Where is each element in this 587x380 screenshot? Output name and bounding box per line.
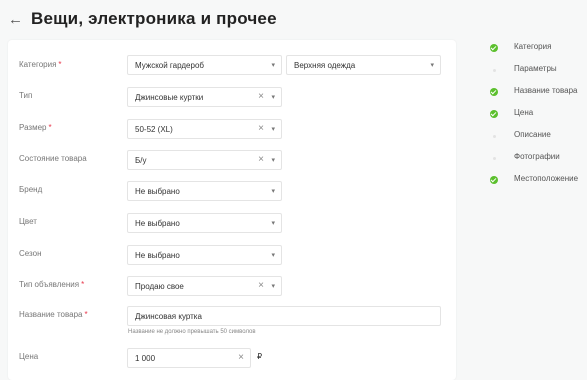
chevron-down-icon: ▾ (271, 283, 275, 290)
size-label: Размер * (19, 123, 52, 132)
required-mark: * (84, 310, 88, 319)
currency-label: ₽ (257, 352, 263, 361)
required-mark: * (48, 123, 52, 132)
name-label: Название товара * (19, 310, 88, 319)
season-select[interactable]: Не выбрано ▾ (127, 245, 282, 265)
step-description[interactable]: Описание (490, 128, 587, 150)
brand-label: Бренд (19, 185, 43, 194)
category-label: Категория * (19, 60, 62, 69)
ad-type-label: Тип объявления * (19, 280, 85, 289)
check-icon (490, 88, 498, 96)
season-value: Не выбрано (135, 250, 180, 260)
clear-icon[interactable]: × (238, 352, 244, 363)
chevron-down-icon: ▾ (271, 126, 275, 133)
name-input[interactable]: Джинсовая куртка (127, 306, 441, 326)
step-label: Фотографии (514, 152, 560, 161)
required-mark: * (58, 60, 62, 69)
step-location[interactable]: Местоположение (490, 172, 587, 194)
check-icon (490, 110, 498, 118)
progress-steps: Категория Параметры Название товара Цена… (490, 40, 587, 194)
step-parameters[interactable]: Параметры (490, 62, 587, 84)
step-label: Местоположение (514, 174, 579, 183)
page-header: ← Вещи, электроника и прочее (0, 0, 587, 38)
color-value: Не выбрано (135, 218, 180, 228)
clear-icon[interactable]: × (258, 91, 264, 102)
category-value: Мужской гардероб (135, 60, 204, 70)
step-label: Параметры (514, 64, 557, 73)
clear-icon[interactable]: × (258, 280, 264, 291)
brand-select[interactable]: Не выбрано ▾ (127, 181, 282, 201)
step-photos[interactable]: Фотографии (490, 150, 587, 172)
name-value: Джинсовая куртка (135, 311, 202, 321)
price-value: 1 000 (135, 353, 156, 363)
ad-type-select[interactable]: Продаю свое × ▾ (127, 276, 282, 296)
step-price[interactable]: Цена (490, 106, 587, 128)
page-title: Вещи, электроника и прочее (31, 9, 277, 28)
size-select[interactable]: 50-52 (XL) × ▾ (127, 119, 282, 139)
step-label: Категория (514, 42, 552, 51)
step-label: Название товара (514, 86, 578, 95)
chevron-down-icon: ▾ (271, 188, 275, 195)
color-select[interactable]: Не выбрано ▾ (127, 213, 282, 233)
form-card: Категория * Мужской гардероб ▾ Верхняя од… (8, 40, 456, 380)
type-select[interactable]: Джинсовые куртки × ▾ (127, 87, 282, 107)
price-label: Цена (19, 352, 39, 361)
subcategory-value: Верхняя одежда (294, 60, 356, 70)
chevron-down-icon: ▾ (271, 252, 275, 259)
type-label: Тип (19, 91, 33, 100)
chevron-down-icon: ▾ (271, 94, 275, 101)
chevron-down-icon: ▾ (271, 62, 275, 69)
check-icon (490, 176, 498, 184)
price-input[interactable]: 1 000 × (127, 348, 251, 368)
size-value: 50-52 (XL) (135, 124, 173, 134)
required-mark: * (81, 280, 85, 289)
chevron-down-icon: ▾ (430, 62, 434, 69)
color-label: Цвет (19, 217, 37, 226)
step-label: Цена (514, 108, 534, 117)
pending-dot-icon (490, 154, 498, 162)
clear-icon[interactable]: × (258, 123, 264, 134)
category-select[interactable]: Мужской гардероб ▾ (127, 55, 282, 75)
step-name[interactable]: Название товара (490, 84, 587, 106)
step-category[interactable]: Категория (490, 40, 587, 62)
pending-dot-icon (490, 132, 498, 140)
season-label: Сезон (19, 249, 42, 258)
clear-icon[interactable]: × (258, 154, 264, 165)
chevron-down-icon: ▾ (271, 157, 275, 164)
type-value: Джинсовые куртки (135, 92, 204, 102)
step-label: Описание (514, 130, 551, 139)
condition-value: Б/у (135, 155, 147, 165)
back-arrow-icon[interactable]: ← (8, 11, 23, 28)
check-icon (490, 44, 498, 52)
condition-select[interactable]: Б/у × ▾ (127, 150, 282, 170)
name-hint: Название не должно превышать 50 символов (128, 329, 256, 335)
brand-value: Не выбрано (135, 186, 180, 196)
ad-type-value: Продаю свое (135, 281, 184, 291)
subcategory-select[interactable]: Верхняя одежда ▾ (286, 55, 441, 75)
pending-dot-icon (490, 66, 498, 74)
condition-label: Состояние товара (19, 154, 87, 163)
chevron-down-icon: ▾ (271, 220, 275, 227)
